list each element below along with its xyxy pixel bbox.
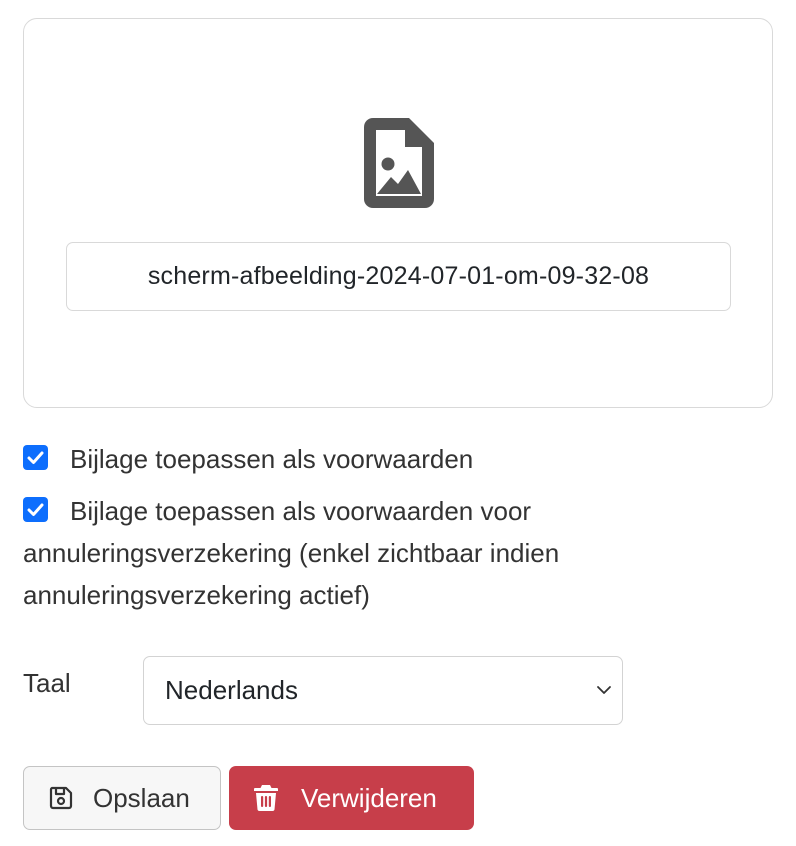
language-selected-value: Nederlands (165, 675, 298, 705)
checkmark-icon (27, 451, 44, 464)
save-label: Opslaan (93, 782, 190, 813)
language-label: Taal (23, 668, 71, 698)
checkmark-icon (27, 503, 44, 516)
save-button[interactable]: Opslaan (23, 766, 221, 830)
checkbox-apply-as-terms[interactable] (23, 445, 48, 470)
option-label: Bijlage toepassen als voorwaarden voor a… (23, 496, 560, 610)
option-apply-as-terms[interactable]: Bijlage toepassen als voorwaarden (23, 438, 723, 480)
checkbox-apply-as-cancellation-terms[interactable] (23, 497, 48, 522)
option-label: Bijlage toepassen als voorwaarden (70, 444, 474, 474)
floppy-disk-icon (49, 786, 73, 810)
chevron-down-icon (597, 686, 611, 694)
delete-label: Verwijderen (301, 782, 437, 813)
filename-field[interactable]: scherm-afbeelding-2024-07-01-om-09-32-08 (66, 242, 731, 311)
file-image-icon (364, 118, 434, 208)
attachment-card: scherm-afbeelding-2024-07-01-om-09-32-08 (23, 18, 773, 408)
trash-icon (254, 785, 278, 812)
language-select[interactable]: Nederlands (143, 656, 623, 725)
delete-button[interactable]: Verwijderen (229, 766, 474, 830)
option-apply-as-cancellation-terms[interactable]: Bijlage toepassen als voorwaarden voor a… (23, 490, 723, 616)
